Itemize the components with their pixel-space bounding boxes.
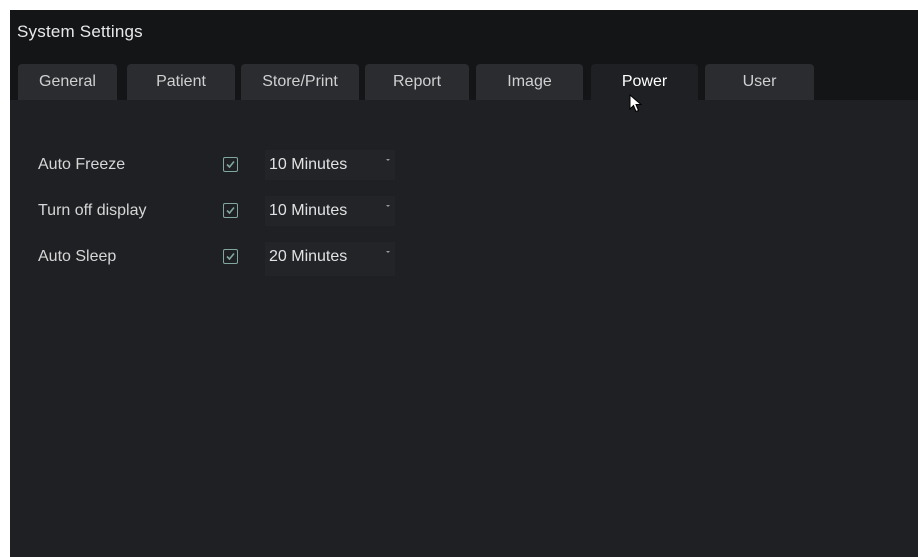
auto-freeze-row: Auto Freeze 10 Minutes bbox=[10, 148, 918, 184]
tab-label: General bbox=[39, 73, 96, 90]
mouse-pointer-icon bbox=[629, 94, 643, 113]
auto-freeze-value: 10 Minutes bbox=[269, 156, 348, 173]
turn-off-display-value: 10 Minutes bbox=[269, 202, 348, 219]
window-title: System Settings bbox=[17, 22, 143, 41]
dropdown-arrow-icon bbox=[386, 251, 390, 253]
tab-label: Report bbox=[392, 73, 442, 90]
tab-label: Image bbox=[507, 73, 552, 90]
tab-report[interactable]: Report bbox=[365, 64, 469, 100]
tab-label: User bbox=[742, 73, 777, 90]
turn-off-display-row: Turn off display 10 Minutes bbox=[10, 194, 918, 230]
power-settings-panel: Auto Freeze 10 Minutes Turn off display bbox=[10, 100, 918, 557]
auto-sleep-dropdown[interactable]: 20 Minutes bbox=[265, 242, 395, 276]
tab-store-print[interactable]: Store/Print bbox=[241, 64, 359, 100]
tab-general[interactable]: General bbox=[18, 64, 117, 100]
tab-image[interactable]: Image bbox=[476, 64, 583, 100]
auto-freeze-checkbox[interactable] bbox=[223, 157, 238, 172]
turn-off-display-label: Turn off display bbox=[38, 202, 147, 219]
auto-sleep-row: Auto Sleep 20 Minutes bbox=[10, 240, 918, 276]
turn-off-display-dropdown[interactable]: 10 Minutes bbox=[265, 196, 395, 226]
auto-sleep-value: 20 Minutes bbox=[269, 248, 348, 265]
checkmark-icon bbox=[226, 252, 235, 261]
tab-power[interactable]: Power bbox=[591, 64, 698, 100]
auto-sleep-checkbox[interactable] bbox=[223, 249, 238, 264]
checkmark-icon bbox=[226, 160, 235, 169]
tab-label: Store/Print bbox=[262, 73, 338, 90]
tab-label: Power bbox=[621, 73, 668, 90]
turn-off-display-checkbox[interactable] bbox=[223, 203, 238, 218]
checkmark-icon bbox=[226, 206, 235, 215]
tab-patient[interactable]: Patient bbox=[127, 64, 235, 100]
auto-sleep-label: Auto Sleep bbox=[38, 248, 117, 265]
dropdown-arrow-icon bbox=[386, 159, 390, 161]
title-bar: System Settings bbox=[10, 10, 918, 50]
tab-user[interactable]: User bbox=[705, 64, 814, 100]
tab-bar: General Patient Store/Print Report Image… bbox=[10, 50, 918, 100]
dropdown-arrow-icon bbox=[386, 205, 390, 207]
system-settings-window: System Settings General Patient Store/Pr… bbox=[10, 10, 918, 557]
tab-label: Patient bbox=[156, 73, 206, 90]
auto-freeze-label: Auto Freeze bbox=[38, 156, 126, 173]
auto-freeze-dropdown[interactable]: 10 Minutes bbox=[265, 150, 395, 180]
